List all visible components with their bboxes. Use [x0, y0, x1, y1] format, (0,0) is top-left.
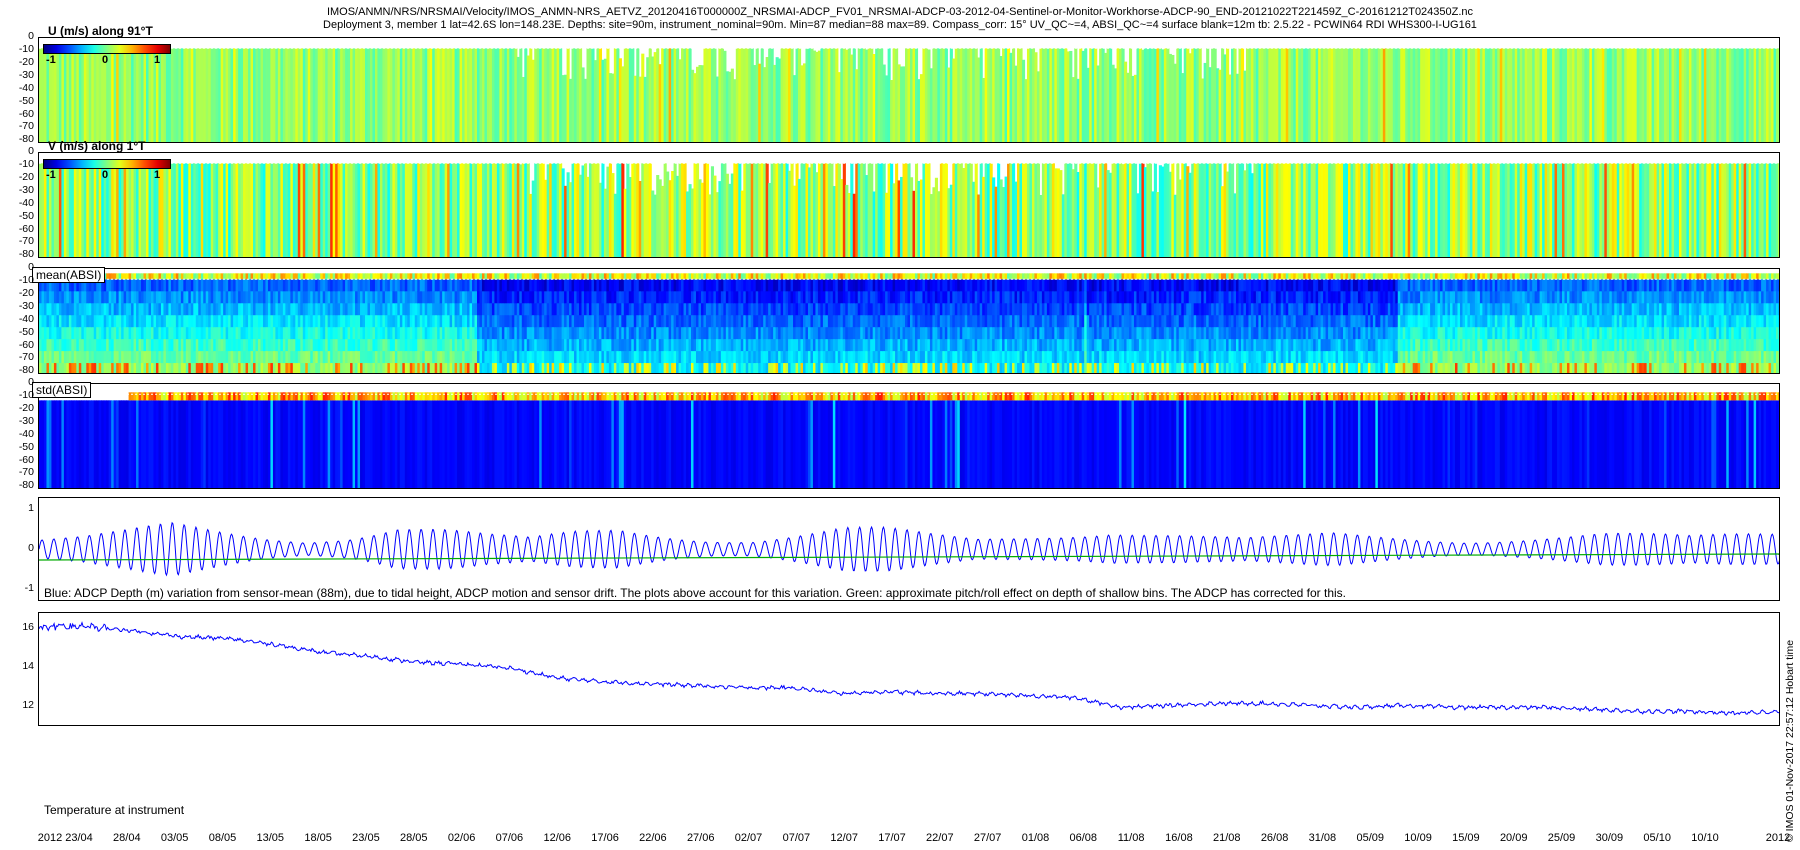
v-velocity-panel [38, 152, 1780, 258]
v-velocity-heatmap [39, 162, 1779, 257]
heatmap-cells [39, 273, 1779, 373]
u-velocity-heatmap [39, 47, 1779, 142]
heatmap-column [1778, 48, 1779, 142]
heatmap-cells [39, 163, 1779, 257]
title-line-1: IMOS/ANMN/NRS/NRSMAI/Velocity/IMOS_ANMN-… [326, 6, 1474, 18]
heatmap-cells [39, 48, 1779, 142]
heatmap-column [1778, 163, 1779, 257]
mean-absi-heatmap [39, 273, 1779, 373]
mean-absi-panel [38, 268, 1780, 374]
u-velocity-panel [38, 37, 1780, 143]
title-line-2: Deployment 3, member 1 lat=42.6S lon=148… [323, 19, 1477, 31]
